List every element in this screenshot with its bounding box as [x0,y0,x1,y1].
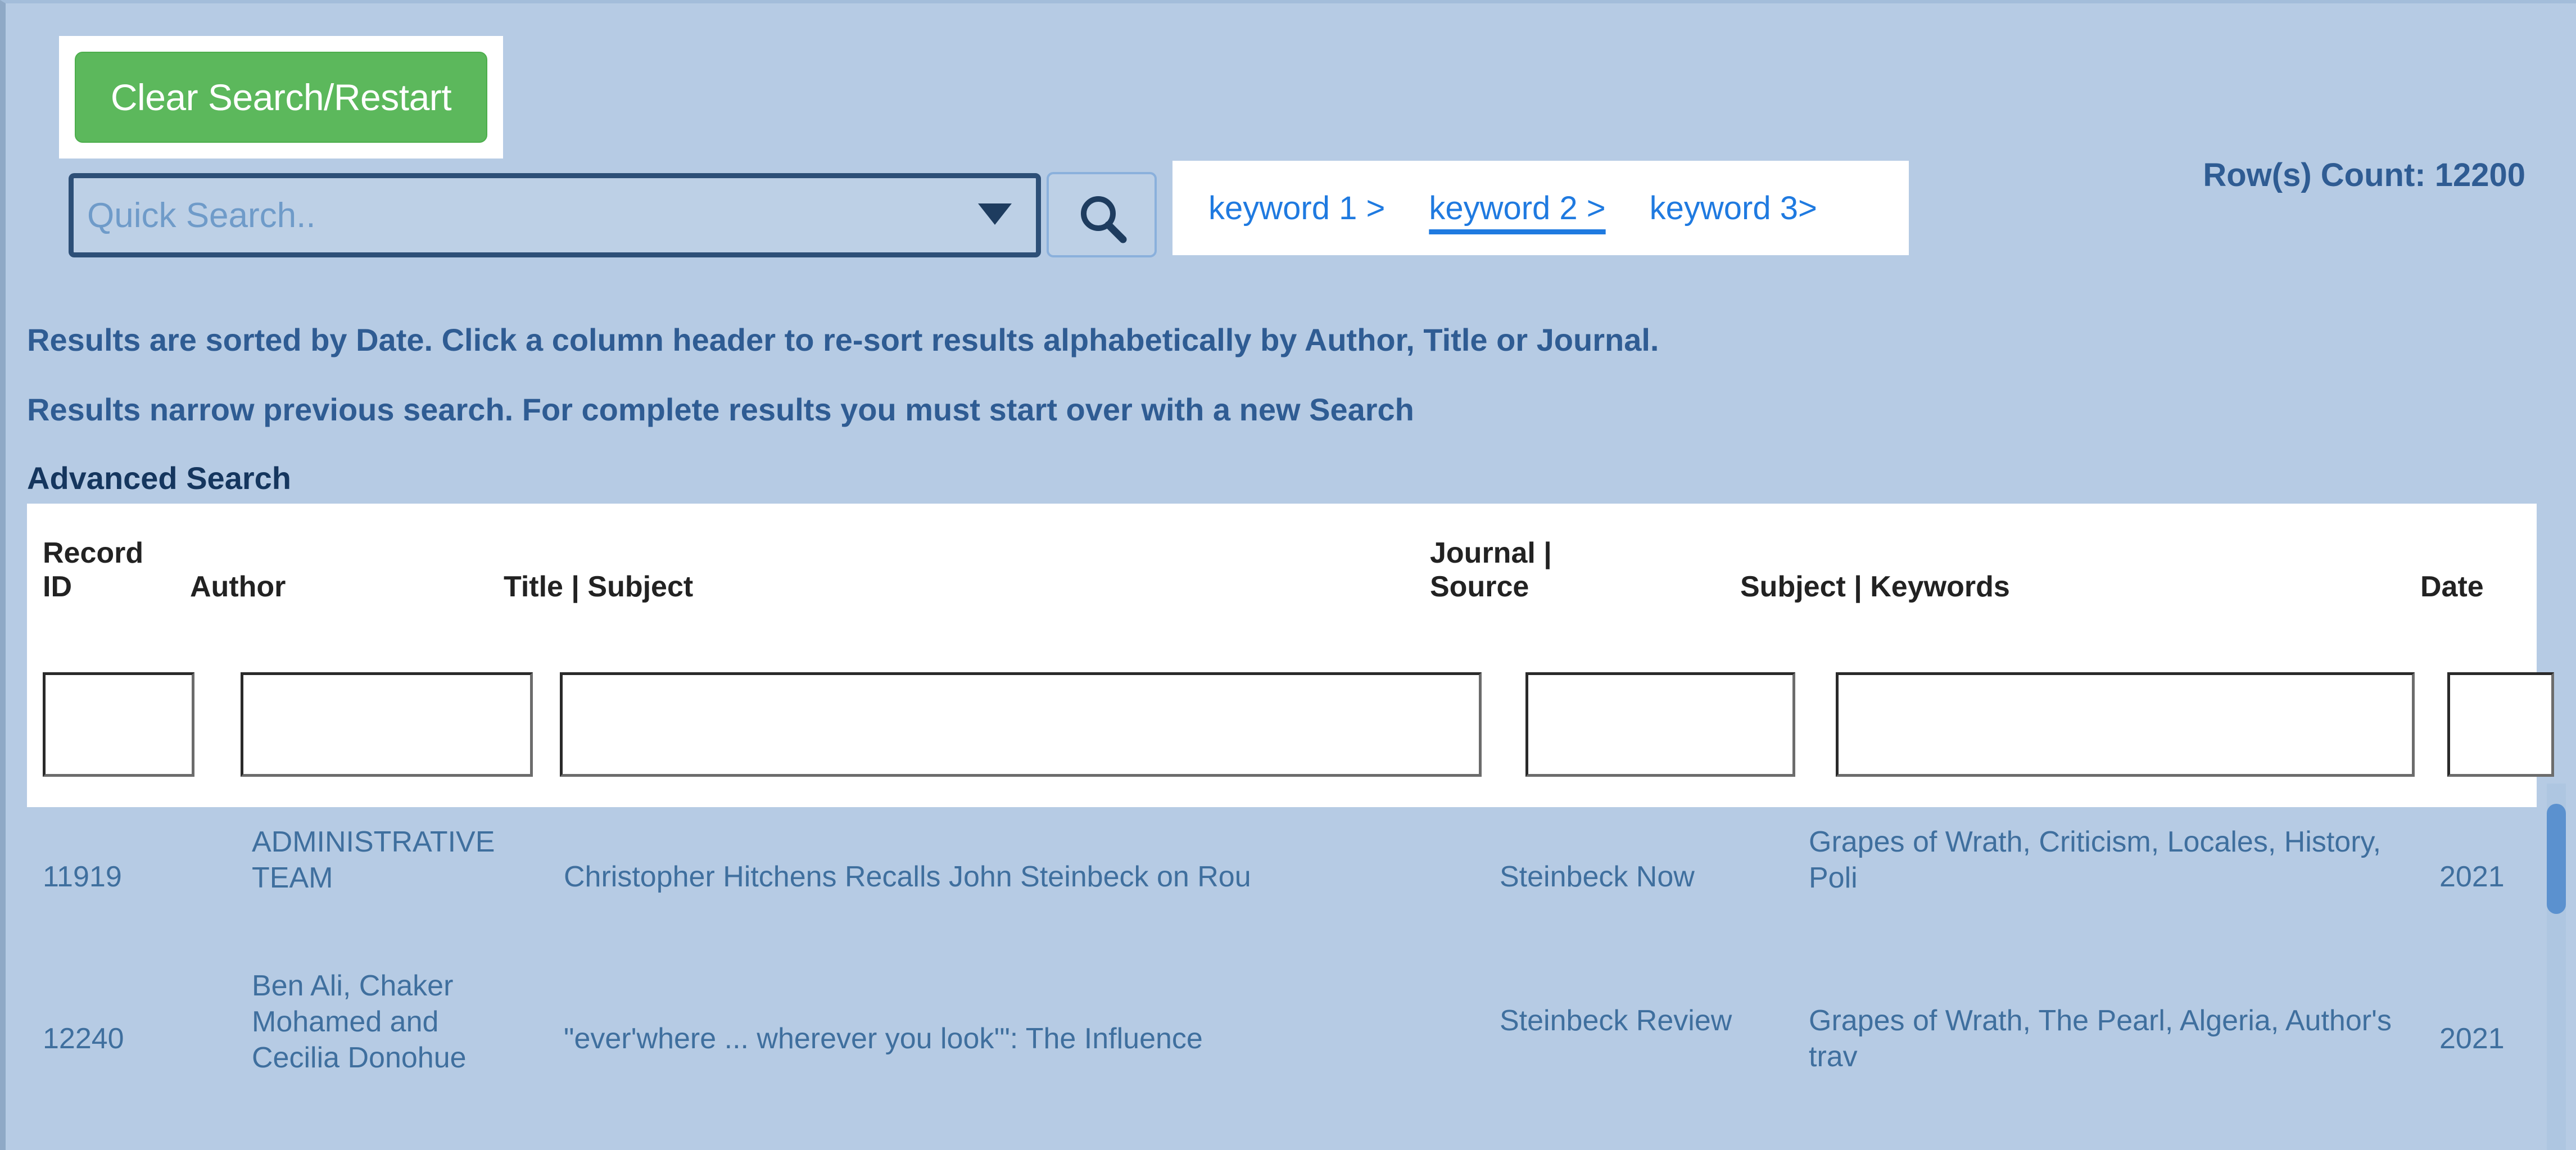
cell-author: ADMINISTRATIVE TEAM [252,824,533,896]
chevron-down-icon[interactable] [978,203,1012,225]
cell-date: 2021 [2439,859,2557,895]
column-header-title-subject[interactable]: Title | Subject [504,570,693,604]
cell-subject-keywords: Grapes of Wrath, Criticism, Locales, His… [1809,824,2393,896]
keyword-link-2[interactable]: keyword 2 > [1429,189,1605,227]
cell-date: 2021 [2439,1021,2557,1057]
cell-title-subject: "ever'where ... wherever you look'": The… [564,1021,1474,1057]
filter-input-journal-source[interactable] [1525,672,1795,777]
row-count-label: Row(s) Count: 12200 [2203,156,2525,194]
column-header-record-id[interactable]: Record ID [43,536,138,604]
search-button[interactable] [1047,172,1157,257]
sort-instruction-text: Results are sorted by Date. Click a colu… [27,322,1659,358]
toolbar: Clear Search/Restart keyword 1 > keyword… [6,3,2576,296]
clear-search-restart-button[interactable]: Clear Search/Restart [75,52,487,143]
vertical-scrollbar-track[interactable] [2547,784,2566,1150]
clear-search-card: Clear Search/Restart [59,36,503,159]
filter-input-subject-keywords[interactable] [1836,672,2415,777]
column-header-subject-keywords[interactable]: Subject | Keywords [1740,570,2010,604]
keyword-link-3[interactable]: keyword 3> [1650,189,1817,227]
column-header-date[interactable]: Date [2420,570,2484,604]
cell-journal-source: Steinbeck Now [1500,859,1781,895]
quick-search-input[interactable] [69,173,1041,257]
filter-input-record-id[interactable] [43,672,194,777]
cell-record-id: 11919 [43,859,183,895]
cell-subject-keywords: Grapes of Wrath, The Pearl, Algeria, Aut… [1809,1003,2405,1075]
advanced-search-label: Advanced Search [27,460,291,496]
column-header-journal-source[interactable]: Journal | Source [1430,536,1615,604]
table-row[interactable]: 11919 ADMINISTRATIVE TEAM Christopher Hi… [27,807,2537,949]
cell-journal-source: Steinbeck Review [1500,1003,1741,1039]
column-header-author[interactable]: Author [190,570,286,604]
app-root: Clear Search/Restart keyword 1 > keyword… [0,0,2576,1150]
table-header-row: Record ID Author Title | Subject Journal… [27,504,2537,807]
narrow-instruction-text: Results narrow previous search. For comp… [27,391,1414,428]
vertical-scrollbar-thumb[interactable] [2547,804,2566,914]
filter-input-author[interactable] [241,672,533,777]
table-row[interactable]: 12240 Ben Ali, Chaker Mohamed and Cecili… [27,949,2537,1129]
cell-title-subject: Christopher Hitchens Recalls John Steinb… [564,859,1474,895]
keyword-link-1[interactable]: keyword 1 > [1208,189,1385,227]
cell-record-id: 12240 [43,1021,183,1057]
table-body: 11919 ADMINISTRATIVE TEAM Christopher Hi… [27,807,2537,1129]
keyword-breadcrumb: keyword 1 > keyword 2 > keyword 3> [1172,161,1909,255]
cell-author: Ben Ali, Chaker Mohamed and Cecilia Dono… [252,968,522,1076]
results-table: Record ID Author Title | Subject Journal… [27,504,2537,1129]
quick-search-container [69,173,1041,257]
filter-input-date[interactable] [2447,672,2554,777]
filter-input-title-subject[interactable] [560,672,1482,777]
